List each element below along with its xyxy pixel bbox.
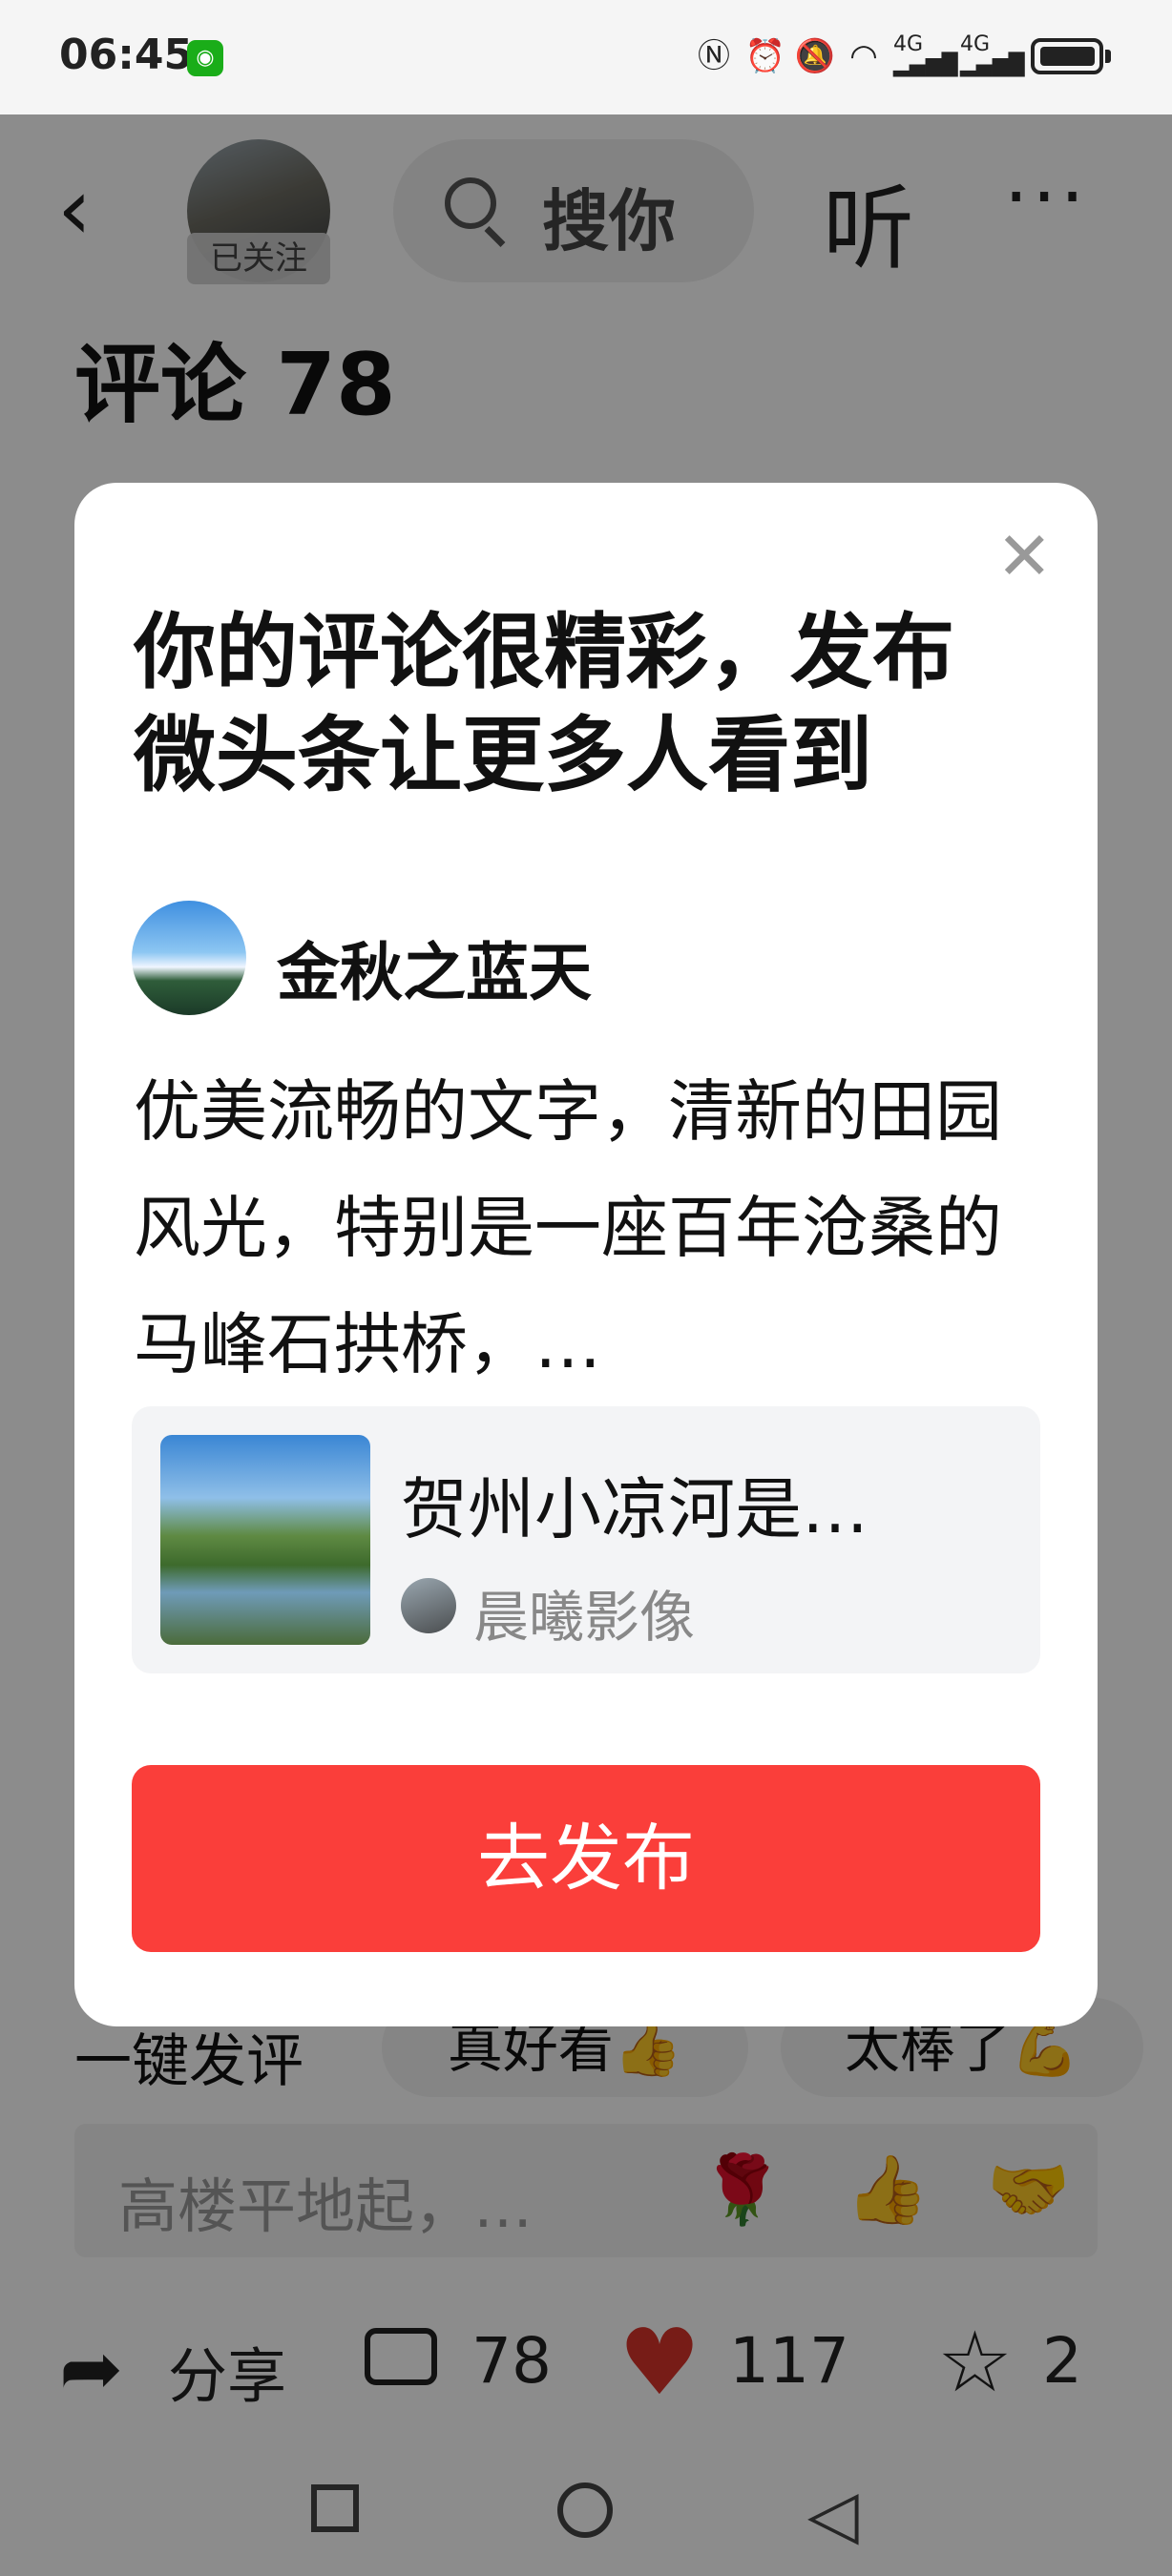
battery-level	[1040, 47, 1095, 66]
article-thumbnail	[160, 1435, 370, 1645]
alarm-icon: ⏰	[744, 37, 786, 75]
wifi-icon: ◠	[849, 37, 878, 75]
status-time: 06:45	[59, 31, 194, 79]
commenter-avatar	[132, 901, 246, 1015]
comment-text: 优美流畅的文字，清新的田园风光，特别是一座百年沧桑的马峰石拱桥，…	[134, 1072, 1002, 1383]
signal-4g-icon: 4G ▂▄▆█	[893, 32, 958, 77]
article-title: 贺州小凉河是…	[401, 1470, 869, 1548]
mute-icon: 🔕	[794, 37, 836, 75]
modal-title: 你的评论很精彩，发布微头条让更多人看到	[134, 605, 954, 803]
publish-button[interactable]: 去发布	[132, 1765, 1040, 1952]
article-author: 晨曦影像	[473, 1585, 696, 1650]
wechat-icon: ◉	[187, 40, 223, 76]
commenter-name: 金秋之蓝天	[277, 936, 592, 1009]
nfc-icon: Ⓝ	[698, 37, 730, 75]
signal-4g-icon: 4G ▂▄▆█	[960, 32, 1025, 77]
battery-icon	[1031, 38, 1103, 74]
article-author-avatar	[401, 1578, 456, 1633]
close-icon[interactable]: ✕	[996, 523, 1053, 590]
battery-tip	[1105, 50, 1111, 63]
